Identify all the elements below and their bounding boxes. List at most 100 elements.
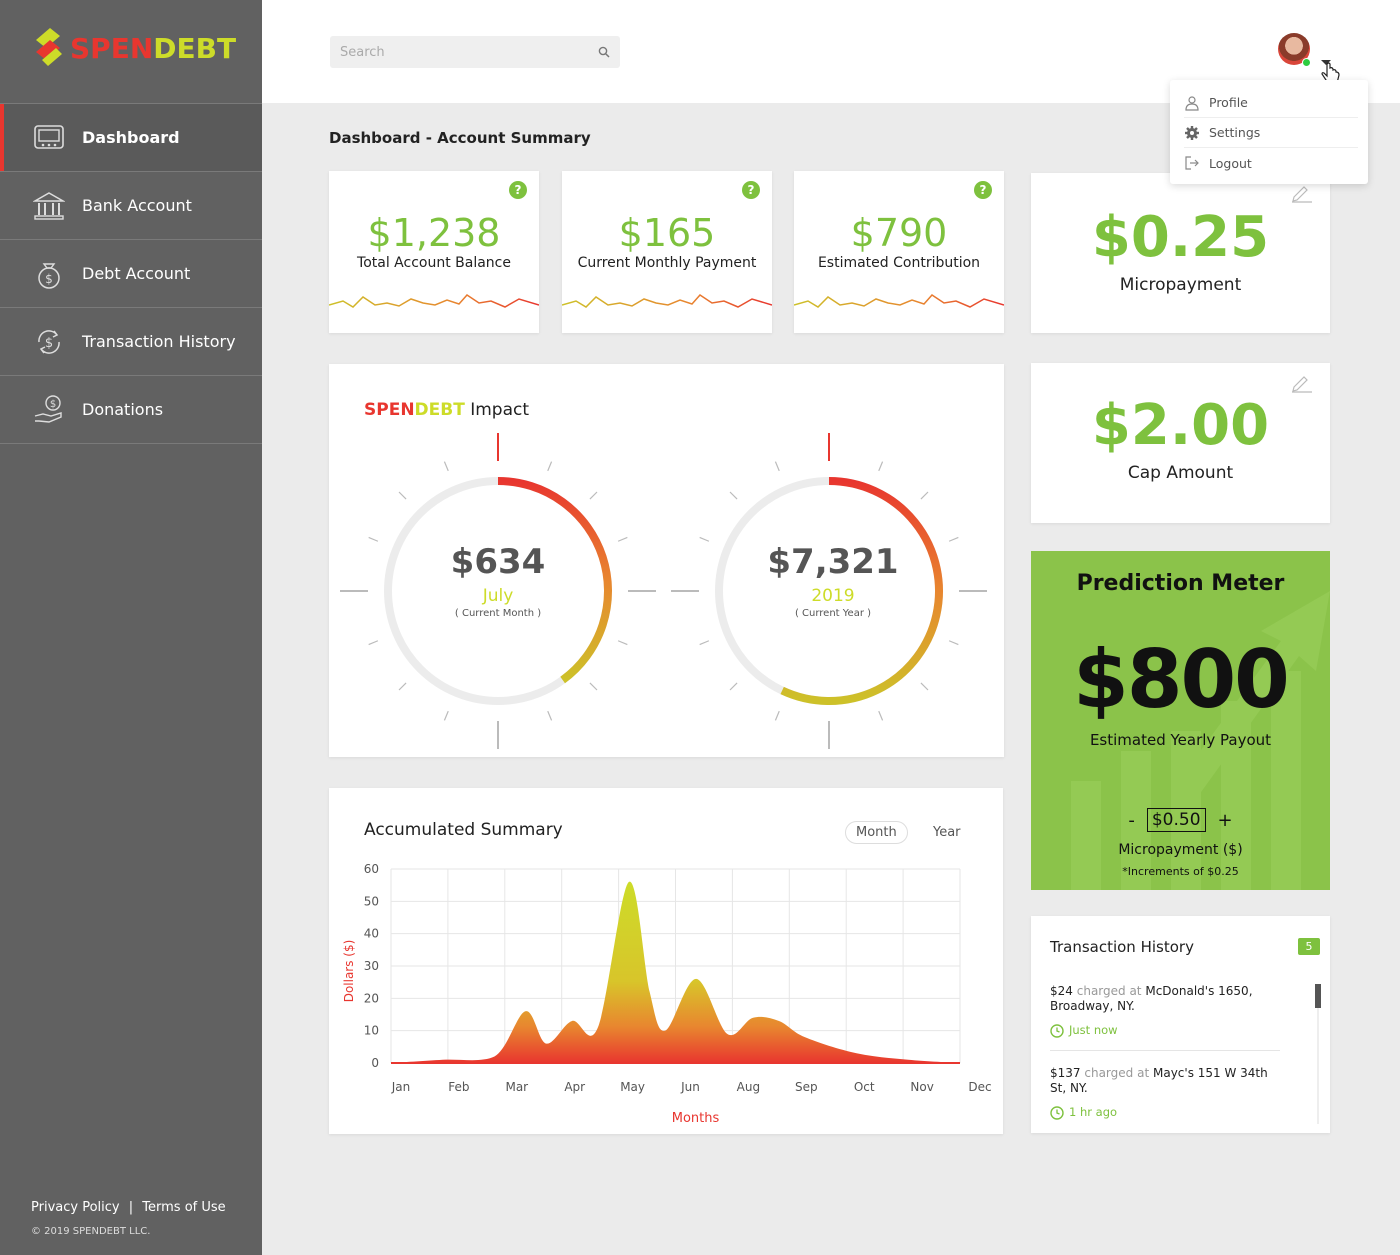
terms-of-use-link[interactable]: Terms of Use [142,1200,225,1215]
gauge-tick [699,640,710,646]
y-tick-label: 60 [364,862,379,876]
increment-button[interactable]: + [1206,810,1245,831]
gear-icon [1185,125,1199,140]
gauge-month-period: July [482,586,514,606]
copyright-text: © 2019 SPENDEBT LLC. [31,1226,151,1237]
page-title: Dashboard - Account Summary [329,129,591,147]
transaction-time-label: Just now [1069,1023,1118,1037]
clock-icon [1050,1023,1064,1038]
stat-card-total-balance: ? $1,238 Total Account Balance [329,171,539,333]
edit-pencil-icon[interactable] [1290,183,1312,203]
gauge-year-period: 2019 [811,586,855,606]
gauge-tick [547,710,553,721]
menu-item-logout[interactable]: Logout [1184,148,1358,178]
micropayment-stepper: - $0.50 + [1031,808,1330,832]
gauge-tick [398,491,407,500]
gauge-tick [589,682,598,691]
money-bag-icon: $ [32,257,66,291]
gauge-tick [878,461,884,472]
sidebar-item-transaction-history[interactable]: $ Transaction History [0,308,262,376]
sidebar-item-label: Dashboard [82,128,180,147]
scrollbar-thumb[interactable] [1315,984,1321,1008]
spendebt-logo[interactable]: SPENDEBT [32,26,236,70]
y-tick-label: 10 [364,1024,379,1038]
gauge-month-text: $634 July ( Current Month ) [398,542,598,619]
y-tick-label: 30 [364,959,379,973]
sidebar-nav: Dashboard Bank Account $ Debt Account $ … [0,103,262,444]
logo-mark-icon [36,28,62,66]
stat-label: Estimated Contribution [817,255,981,271]
menu-item-settings[interactable]: Settings [1184,118,1358,148]
transaction-item[interactable]: $137 charged at Mayc's 151 W 34th St, NY… [1050,1066,1280,1120]
bank-icon [32,189,66,223]
cap-amount-card: $2.00 Cap Amount [1031,363,1330,523]
stat-card-estimated-contribution: ? $790 Estimated Contribution [794,171,1004,333]
transaction-count-badge: 5 [1298,938,1320,955]
sidebar-item-label: Donations [82,400,164,419]
sparkline [329,294,539,308]
stat-amount: $1,238 [367,211,501,255]
x-tick-label: Sep [795,1080,818,1094]
x-tick-label: Nov [910,1080,933,1094]
x-tick-label: Aug [737,1080,760,1094]
accumulated-summary-card: Accumulated Summary Month Year 0 10 20 30 40… [329,788,1003,1134]
gauge-tick [774,710,780,721]
prediction-title: Prediction Meter [1076,571,1285,596]
help-icon[interactable]: ? [509,181,527,199]
help-icon[interactable]: ? [974,181,992,199]
micropayment-amount: $0.25 [1091,205,1270,270]
logout-icon [1185,156,1199,170]
stepper-value[interactable]: $0.50 [1146,808,1206,832]
transaction-amount: $24 [1050,984,1073,998]
menu-item-profile[interactable]: Profile [1184,88,1358,118]
transaction-divider [1050,1050,1280,1051]
x-tick-label: Feb [448,1080,469,1094]
search-input[interactable] [340,44,598,60]
increments-note: *Increments of $0.25 [1122,865,1239,878]
sidebar-item-bank-account[interactable]: Bank Account [0,172,262,240]
edit-pencil-icon[interactable] [1290,373,1312,393]
menu-item-label: Logout [1209,155,1252,171]
help-icon[interactable]: ? [742,181,760,199]
x-tick-label: Jun [680,1080,700,1094]
privacy-policy-link[interactable]: Privacy Policy [31,1200,120,1215]
gauge-tick [617,640,628,646]
decrement-button[interactable]: - [1116,810,1147,831]
transaction-scrollbar[interactable] [1315,984,1321,1124]
logo-text-part1: SPEN [70,31,154,65]
x-axis-label: Months [672,1111,720,1126]
micropayment-stepper-label: Micropayment ($) [1118,842,1243,858]
gauge-tick [547,461,553,472]
x-tick-label: Dec [968,1080,991,1094]
gauge-tick [617,536,628,542]
x-tick-label: Oct [854,1080,875,1094]
prediction-meter-card: Prediction Meter $800 Estimated Yearly P… [1031,551,1330,890]
micropayment-card: $0.25 Micropayment [1031,173,1330,333]
sidebar-item-donations[interactable]: $ Donations [0,376,262,444]
y-tick-label: 50 [364,894,379,908]
transaction-verb: charged at [1084,1066,1150,1080]
transaction-time: Just now [1050,1023,1280,1038]
stat-label: Current Monthly Payment [577,255,757,271]
gauge-tick [589,491,598,500]
footer-links: Privacy Policy | Terms of Use [31,1200,226,1215]
sparkline [562,294,772,308]
transaction-history-title: Transaction History [1050,938,1194,956]
y-axis-label: Dollars ($) [342,940,356,1003]
gauge-year-subtitle: ( Current Year ) [794,608,872,619]
sidebar-item-label: Transaction History [82,332,236,351]
sidebar: SPENDEBT Dashboard Bank Account $ Debt A… [0,0,262,1255]
online-status-dot [1302,58,1311,67]
transaction-verb: charged at [1076,984,1142,998]
search-icon[interactable] [598,46,610,58]
sidebar-item-debt-account[interactable]: $ Debt Account [0,240,262,308]
svg-text:$: $ [45,336,53,351]
stat-amount: $790 [850,211,948,255]
stat-amount: $165 [618,211,716,255]
gauge-tick [368,536,379,542]
y-tick-label: 20 [364,991,379,1005]
cap-amount-label: Cap Amount [1127,463,1234,483]
transaction-item[interactable]: $24 charged at McDonald's 1650, Broadway… [1050,984,1280,1038]
sidebar-item-dashboard[interactable]: Dashboard [0,104,262,172]
sidebar-item-label: Bank Account [82,196,192,215]
